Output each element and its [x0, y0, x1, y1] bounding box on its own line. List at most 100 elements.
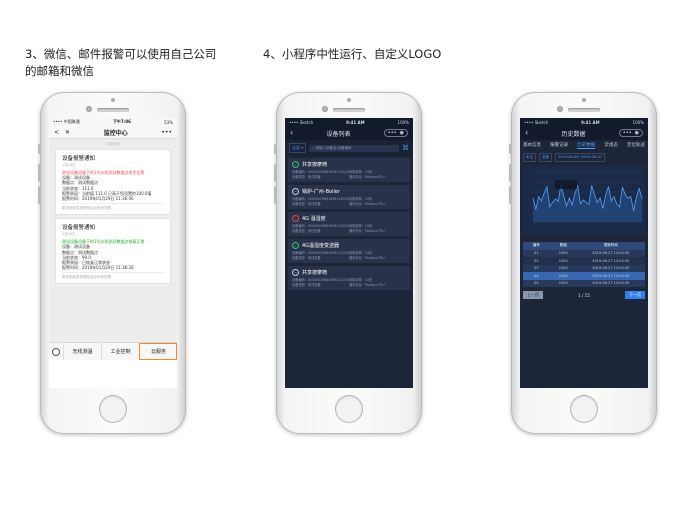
home-button[interactable]	[335, 395, 363, 423]
card-title: 设备报警通知	[62, 225, 96, 232]
volume-down	[274, 186, 276, 204]
front-camera	[86, 106, 92, 112]
history-line-chart	[523, 166, 645, 234]
back-icon[interactable]: ‹	[525, 129, 528, 137]
front-camera	[557, 106, 563, 112]
bottom-menu: 无线测温 工业控制 云服务	[49, 342, 177, 360]
screen: •••• Sketch 9:41 AM 100% ‹ 历史数据 ••• ◉ 基本信…	[520, 118, 648, 388]
tab-cloud-scada[interactable]: 云组态	[604, 142, 618, 149]
metric-select[interactable]: 水位	[523, 153, 536, 162]
filter-select[interactable]: 全部 ▾	[289, 143, 307, 153]
status-icon: !	[292, 215, 299, 222]
tab-basic-info[interactable]: 基本信息	[523, 142, 541, 149]
front-camera	[322, 106, 328, 112]
cell-value: 1000	[558, 251, 568, 256]
battery: 100%	[397, 119, 409, 125]
table-row[interactable]: 04 1000 2019-06-27 14:20:30	[523, 272, 645, 280]
device-type: 设备类型：测试设备	[292, 255, 321, 260]
caption-alerts: 3、微信、邮件报警可以使用自己公司的邮箱和微信	[25, 47, 217, 78]
keyboard-toggle[interactable]	[49, 347, 63, 356]
nav-bar: ‹ 历史数据 ••• ◉	[520, 126, 648, 140]
table-row[interactable]: 03 1000 2019-06-27 14:20:30	[523, 264, 645, 272]
device-type: 设备类型：测试设备	[292, 201, 321, 206]
device-card[interactable]: ✓ 4G温湿度变送器 设备编码：000000298816983120208 采集频率：…	[288, 239, 410, 263]
cell-id: 03	[534, 266, 539, 271]
blank-area	[49, 360, 177, 388]
speaker	[97, 108, 129, 112]
chart-svg	[532, 171, 643, 223]
page-title: 监控中心	[103, 129, 128, 137]
device-card[interactable]: − 锅炉-广州-Boiler 设备编码：000000298816983120208 采…	[288, 185, 410, 209]
filter-bar: 全部 ▾ ⌕ 请输入设备名/设备编码 ⌘	[285, 140, 413, 156]
battery: 53%	[164, 119, 173, 125]
phone-wechat-alerts: •••• 中国联通 下午7:06 53% < ✕ 监控中心 ••• 1月29日 …	[38, 92, 186, 434]
table-header: 编号 数值 更新时间	[523, 242, 645, 250]
device-name: 4G温湿度变送器	[302, 243, 340, 249]
chart-tooltip	[555, 180, 577, 189]
cell-value: 1000	[558, 258, 568, 263]
carrier: •••• Sketch	[289, 119, 314, 125]
device-type: 设备类型：测试设备	[292, 228, 321, 233]
grid-view-icon[interactable]: ⌘	[402, 144, 409, 152]
menu-wireless-temp[interactable]: 无线测温	[63, 343, 101, 360]
capsule-menu[interactable]: ••• ◉	[383, 129, 408, 137]
col-id: 编号	[532, 243, 540, 248]
device-card[interactable]: ✓ 共享按摩椅 设备编码：000000298816983120208 采集频率：10秒…	[288, 158, 410, 182]
device-card[interactable]: ! 4G 温湿度 设备编码：000000298816983120208 采集频率：10…	[288, 212, 410, 236]
more-icon[interactable]: •••	[161, 129, 172, 136]
volume-up	[509, 164, 511, 182]
cell-id: 01	[534, 251, 539, 256]
device-name: 共享按摩椅	[302, 162, 328, 168]
card-title: 设备报警通知	[62, 156, 96, 162]
recovery-card[interactable]: 设备报警通知 1月29日 测试设备设备下的1号水机测试数据点恢复正常 设备：测试…	[55, 218, 171, 285]
range-select[interactable]: 全部	[539, 153, 552, 162]
target-icon[interactable]: ◉	[635, 130, 639, 136]
mute-switch	[38, 144, 40, 154]
phone-history: •••• Sketch 9:41 AM 100% ‹ 历史数据 ••• ◉ 基本信…	[509, 92, 657, 434]
status-bar: •••• Sketch 9:41 AM 100%	[285, 118, 413, 126]
more-icon[interactable]: •••	[388, 130, 397, 136]
more-icon[interactable]: •••	[623, 130, 632, 136]
home-button[interactable]	[99, 395, 127, 423]
page-indicator: 1 / 15	[578, 292, 590, 298]
next-page-button[interactable]: 下一页	[625, 291, 645, 299]
alert-card[interactable]: 设备报警通知 1月29日 测试设备设备下的1号水机测试数据点发生告警 设备：测试…	[55, 149, 171, 216]
search-placeholder: 请输入设备名/设备编码	[315, 145, 352, 150]
menu-cloud-service[interactable]: 云服务	[139, 343, 177, 360]
speaker	[333, 108, 365, 112]
table-row[interactable]: 02 1000 2019-06-27 14:20:30	[523, 257, 645, 265]
cell-value: 1000	[558, 273, 568, 278]
device-card[interactable]: − 共享按摩椅 设备编码：000000298816983120208 采集频率：10秒…	[288, 266, 410, 290]
tab-history[interactable]: 历史数据	[577, 142, 596, 149]
table-row[interactable]: 01 1000 2019-06-27 14:20:30	[523, 249, 645, 257]
home-button[interactable]	[570, 395, 598, 423]
volume-up	[274, 164, 276, 182]
status-icon: −	[292, 188, 299, 195]
table-row[interactable]: 05 1000 2019-06-27 14:20:30	[523, 279, 645, 287]
prev-page-button[interactable]: 上一页	[523, 291, 543, 299]
camera	[582, 98, 586, 102]
target-icon[interactable]: ◉	[400, 130, 404, 136]
close-icon[interactable]: ✕	[65, 129, 70, 136]
tab-track[interactable]: 定位轨迹	[627, 142, 645, 149]
card-footer: 更详细信息请登陆后台系统查看	[62, 203, 164, 211]
capsule-menu[interactable]: ••• ◉	[618, 129, 643, 137]
page-title: 设备列表	[326, 130, 351, 138]
tab-alarm-log[interactable]: 报警记录	[550, 142, 568, 149]
device-list: ✓ 共享按摩椅 设备编码：000000298816983120208 采集频率：10秒…	[285, 158, 413, 290]
menu-industrial-control[interactable]: 工业控制	[101, 343, 139, 360]
back-icon[interactable]: ‹	[290, 129, 293, 137]
date-range-picker[interactable]: 2019-06-05~2019-06-10	[555, 153, 605, 162]
carrier: •••• 中国联通	[53, 119, 80, 124]
device-protocol: 通讯协议：Modbus RTU	[349, 228, 385, 233]
screen: •••• Sketch 9:41 AM 100% ‹ 设备列表 ••• ◉ 全部 …	[285, 118, 413, 388]
status-icon: ✓	[292, 161, 299, 168]
phone-device-list: •••• Sketch 9:41 AM 100% ‹ 设备列表 ••• ◉ 全部 …	[274, 92, 422, 434]
back-icon[interactable]: <	[54, 129, 59, 136]
status-icon: ✓	[292, 242, 299, 249]
device-name: 共享按摩椅	[302, 270, 328, 276]
cell-value: 1000	[558, 266, 568, 271]
search-input[interactable]: ⌕ 请输入设备名/设备编码	[309, 144, 399, 152]
history-table: 编号 数值 更新时间 01 1000 2019-06-27 14:20:30 02 10…	[523, 242, 645, 287]
nav-bar: ‹ 设备列表 ••• ◉	[285, 126, 413, 140]
